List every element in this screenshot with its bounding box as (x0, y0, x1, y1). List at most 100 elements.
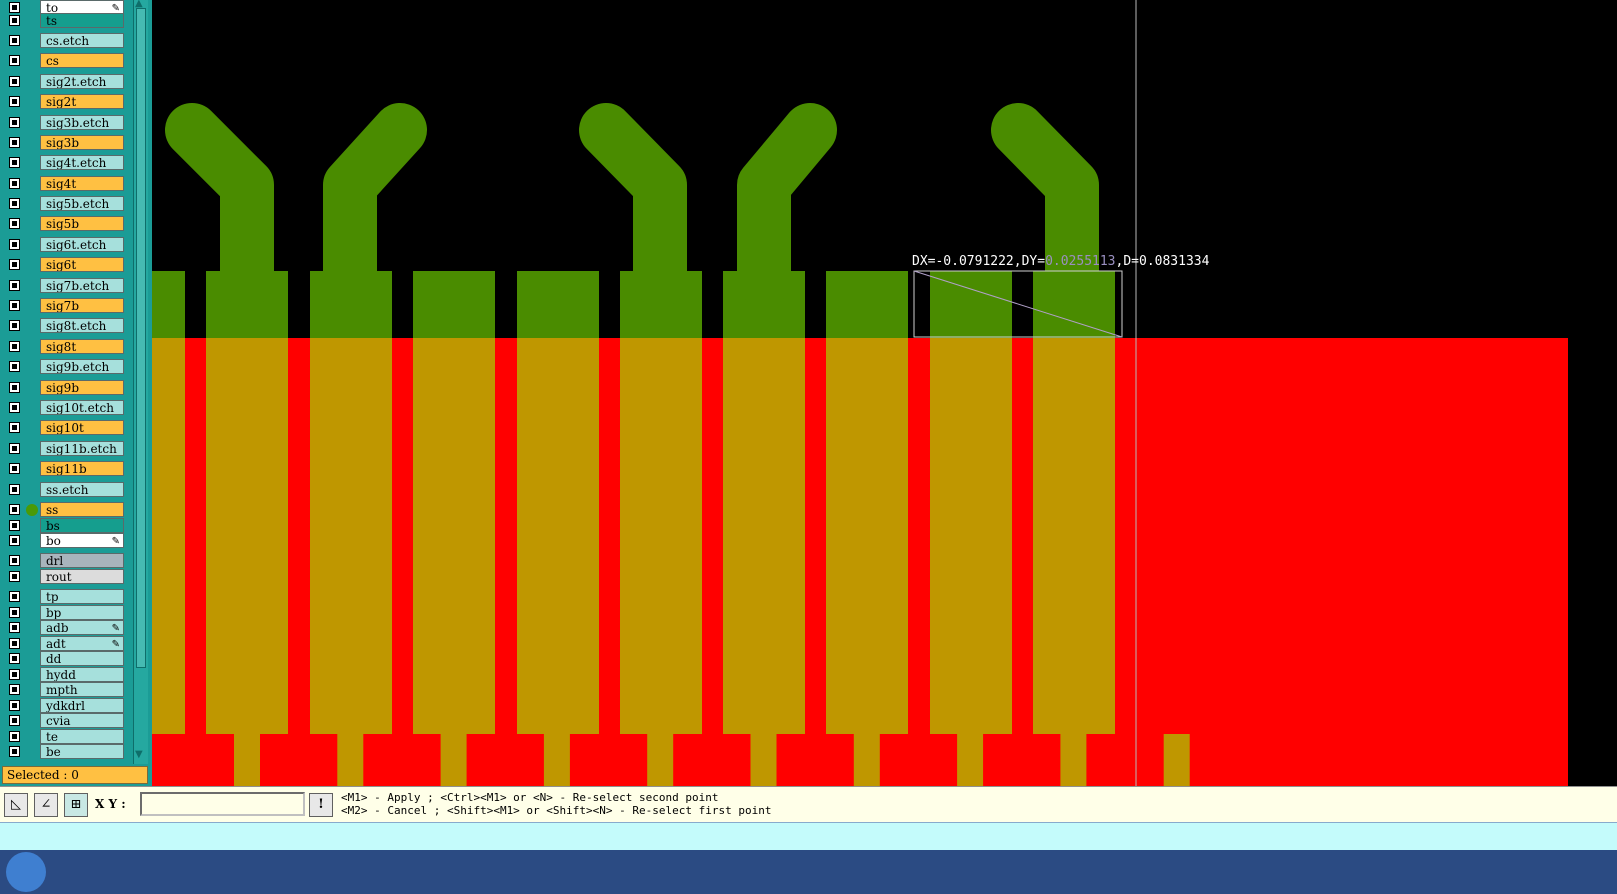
finger-top[interactable] (930, 271, 1012, 338)
layer-label[interactable]: ss (40, 502, 124, 517)
info-icon[interactable]: ! (309, 793, 333, 817)
layer-label[interactable]: bs (40, 518, 124, 533)
layer-label[interactable]: te (40, 729, 124, 744)
finger-top[interactable] (517, 271, 599, 338)
layer-label[interactable]: hydd (40, 667, 124, 682)
layer-visibility-checkbox[interactable] (9, 137, 20, 148)
edge-gap[interactable] (1060, 734, 1087, 786)
layer-row-sig10t[interactable]: sig10t (4, 420, 124, 436)
layer-row-sig2t-etch[interactable]: sig2t.etch (4, 74, 124, 90)
layer-label[interactable]: sig10t.etch (40, 400, 124, 415)
layer-visibility-checkbox[interactable] (9, 422, 20, 433)
layer-row-sig9b-etch[interactable]: sig9b.etch (4, 359, 124, 375)
edge-pad[interactable] (157, 734, 234, 786)
layer-label[interactable]: sig11b.etch (40, 441, 124, 456)
layer-row-sig5b-etch[interactable]: sig5b.etch (4, 196, 124, 212)
layer-label[interactable]: sig3b (40, 135, 124, 150)
layer-label[interactable]: sig2t.etch (40, 74, 124, 89)
layer-visibility-checkbox[interactable] (9, 259, 20, 270)
finger-body[interactable] (620, 338, 702, 734)
layer-visibility-checkbox[interactable] (9, 463, 20, 474)
layer-label[interactable]: dd (40, 651, 124, 666)
layer-visibility-checkbox[interactable] (9, 361, 20, 372)
layer-row-ss-etch[interactable]: ss.etch (4, 482, 124, 498)
layer-visibility-checkbox[interactable] (9, 55, 20, 66)
layer-label[interactable]: ydkdrl (40, 698, 124, 713)
layer-label[interactable]: sig8t.etch (40, 318, 124, 333)
layer-label[interactable]: sig2t (40, 94, 124, 109)
layer-visibility-checkbox[interactable] (9, 117, 20, 128)
layer-visibility-checkbox[interactable] (9, 571, 20, 582)
layer-label[interactable]: ts (40, 13, 124, 28)
layer-row-tp[interactable]: tp (4, 589, 124, 605)
edge-gap[interactable] (440, 734, 467, 786)
layer-label[interactable]: cs (40, 53, 124, 68)
finger-body[interactable] (517, 338, 599, 734)
layer-visibility-checkbox[interactable] (9, 715, 20, 726)
layer-row-cs-etch[interactable]: cs.etch (4, 33, 124, 49)
layer-row-adb[interactable]: adb ✎ (4, 620, 124, 636)
layer-label[interactable]: sig10t (40, 420, 124, 435)
layer-label[interactable]: drl (40, 553, 124, 568)
layer-visibility-checkbox[interactable] (9, 535, 20, 546)
layer-visibility-checkbox[interactable] (9, 484, 20, 495)
layer-row-ss[interactable]: ss (4, 502, 124, 518)
layer-row-dd[interactable]: dd (4, 651, 124, 667)
layer-label[interactable]: sig9b (40, 380, 124, 395)
finger-body[interactable] (930, 338, 1012, 734)
finger-top[interactable] (152, 271, 185, 338)
layer-visibility-checkbox[interactable] (9, 76, 20, 87)
edge-pad[interactable] (570, 734, 648, 786)
edit-pen-icon[interactable]: ✎ (112, 534, 120, 547)
edge-gap[interactable] (853, 734, 880, 786)
layer-visibility-checkbox[interactable] (9, 746, 20, 757)
layer-visibility-checkbox[interactable] (9, 653, 20, 664)
layer-label[interactable]: sig4t (40, 176, 124, 191)
layer-visibility-checkbox[interactable] (9, 555, 20, 566)
edge-gap[interactable] (750, 734, 777, 786)
xy-input[interactable] (140, 792, 305, 816)
layer-label[interactable]: bo ✎ (40, 533, 124, 548)
snap-tool-icon[interactable]: ◺ (4, 793, 28, 817)
layer-label[interactable]: adb ✎ (40, 620, 124, 635)
layer-row-sig4t-etch[interactable]: sig4t.etch (4, 155, 124, 171)
layer-visibility-checkbox[interactable] (9, 731, 20, 742)
layer-row-rout[interactable]: rout (4, 569, 124, 585)
layer-visibility-checkbox[interactable] (9, 35, 20, 46)
edit-pen-icon[interactable]: ✎ (112, 637, 120, 650)
edge-pad[interactable] (1086, 734, 1164, 786)
layer-visibility-checkbox[interactable] (9, 96, 20, 107)
layer-visibility-checkbox[interactable] (9, 280, 20, 291)
layer-row-sig6t[interactable]: sig6t (4, 257, 124, 273)
layer-visibility-checkbox[interactable] (9, 382, 20, 393)
pcb-canvas[interactable]: DX=-0.0791222,DY=0.0255113,D=0.0831334 (152, 0, 1568, 786)
layer-row-ts[interactable]: ts (4, 13, 124, 29)
layer-label[interactable]: ss.etch (40, 482, 124, 497)
layer-label[interactable]: sig9b.etch (40, 359, 124, 374)
edge-gap[interactable] (234, 734, 260, 786)
layer-row-drl[interactable]: drl (4, 553, 124, 569)
finger-body[interactable] (206, 338, 288, 734)
layer-visibility-checkbox[interactable] (9, 239, 20, 250)
finger-body[interactable] (1033, 338, 1115, 734)
layer-row-bp[interactable]: bp (4, 605, 124, 621)
layer-row-sig10t-etch[interactable]: sig10t.etch (4, 400, 124, 416)
layer-row-adt[interactable]: adt ✎ (4, 636, 124, 652)
layer-label[interactable]: cvia (40, 713, 124, 728)
edge-pad[interactable] (880, 734, 958, 786)
angle-tool-icon[interactable]: ∠ (34, 793, 58, 817)
layer-visibility-checkbox[interactable] (9, 218, 20, 229)
edge-gap[interactable] (957, 734, 984, 786)
layer-label[interactable]: sig7b.etch (40, 278, 124, 293)
layer-visibility-checkbox[interactable] (9, 638, 20, 649)
layer-row-sig9b[interactable]: sig9b (4, 380, 124, 396)
finger-body[interactable] (826, 338, 908, 734)
layer-row-sig3b-etch[interactable]: sig3b.etch (4, 115, 124, 131)
layer-row-ydkdrl[interactable]: ydkdrl (4, 698, 124, 714)
finger-top[interactable] (413, 271, 495, 338)
layer-row-sig11b-etch[interactable]: sig11b.etch (4, 441, 124, 457)
pcb-drawing[interactable]: DX=-0.0791222,DY=0.0255113,D=0.0831334 (152, 0, 1568, 786)
edge-pad[interactable] (260, 734, 338, 786)
layer-label[interactable]: sig4t.etch (40, 155, 124, 170)
layer-row-sig7b-etch[interactable]: sig7b.etch (4, 278, 124, 294)
